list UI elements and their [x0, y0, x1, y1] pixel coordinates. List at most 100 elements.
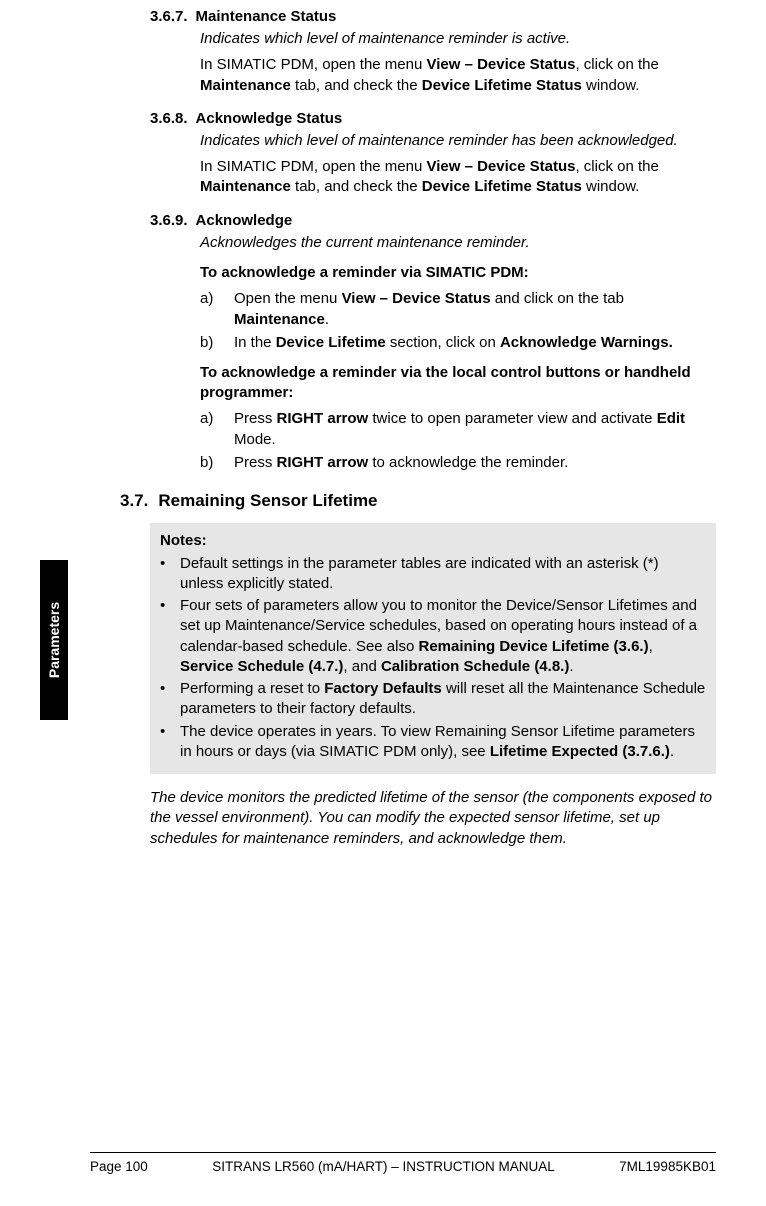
text: window.: [582, 178, 640, 195]
text: section, click on: [386, 334, 500, 351]
text: , click on the: [575, 56, 658, 73]
heading-num: 3.6.7.: [150, 8, 188, 25]
text: twice to open parameter view and activat…: [372, 410, 656, 427]
list-item: b) Press RIGHT arrow to acknowledge the …: [200, 452, 716, 473]
text: Mode.: [234, 431, 276, 448]
bold-text: Maintenance: [200, 178, 291, 195]
bold-text: RIGHT arrow: [277, 410, 373, 427]
bold-text: Lifetime Expected (3.7.6.): [490, 743, 670, 760]
bold-text: View – Device Status: [342, 290, 491, 307]
bold-text: RIGHT arrow: [277, 454, 373, 471]
text: .: [670, 743, 674, 760]
bullet-icon: •: [160, 722, 170, 763]
bold-text: Device Lifetime Status: [422, 77, 582, 94]
notes-list: • Default settings in the parameter tabl…: [160, 554, 706, 763]
list-label: b): [200, 452, 220, 473]
list-label: a): [200, 408, 220, 450]
text: Press: [234, 454, 277, 471]
list-label: a): [200, 288, 220, 330]
list-item: • The device operates in years. To view …: [160, 722, 706, 763]
heading-3-6-9: 3.6.9. Acknowledge: [150, 212, 716, 229]
bold-text: Edit: [657, 410, 685, 427]
text: Open the menu: [234, 290, 342, 307]
footer-docid: 7ML19985KB01: [619, 1159, 716, 1174]
list-text: Press RIGHT arrow to acknowledge the rem…: [234, 452, 568, 473]
section-desc: Acknowledges the current maintenance rem…: [200, 233, 716, 253]
list-item: a) Press RIGHT arrow twice to open param…: [200, 408, 716, 450]
heading-3-7: 3.7. Remaining Sensor Lifetime: [120, 491, 716, 511]
bold-text: Service Schedule (4.7.): [180, 658, 343, 675]
page: Parameters 3.6.7. Maintenance Status Ind…: [0, 0, 766, 1206]
note-text: Default settings in the parameter tables…: [180, 554, 706, 595]
footer-title: SITRANS LR560 (mA/HART) – INSTRUCTION MA…: [212, 1159, 555, 1174]
list-text: Press RIGHT arrow twice to open paramete…: [234, 408, 716, 450]
bullet-icon: •: [160, 596, 170, 677]
text: .: [569, 658, 573, 675]
list-item: • Performing a reset to Factory Defaults…: [160, 679, 706, 720]
note-text: The device operates in years. To view Re…: [180, 722, 706, 763]
heading-num: 3.6.8.: [150, 110, 188, 127]
list-text: Open the menu View – Device Status and c…: [234, 288, 716, 330]
list-item: • Four sets of parameters allow you to m…: [160, 596, 706, 677]
bold-text: View – Device Status: [426, 56, 575, 73]
notes-title: Notes:: [160, 531, 706, 551]
text: to acknowledge the reminder.: [372, 454, 568, 471]
heading-num: 3.7.: [120, 491, 148, 511]
bullet-icon: •: [160, 554, 170, 595]
heading-title: Acknowledge: [196, 212, 293, 229]
bold-text: Device Lifetime Status: [422, 178, 582, 195]
heading-3-6-7: 3.6.7. Maintenance Status: [150, 8, 716, 25]
text: In SIMATIC PDM, open the menu: [200, 56, 426, 73]
note-text: Four sets of parameters allow you to mon…: [180, 596, 706, 677]
heading-title: Maintenance Status: [196, 8, 337, 25]
section-body: In SIMATIC PDM, open the menu View – Dev…: [200, 55, 716, 96]
footer-page: Page 100: [90, 1159, 148, 1174]
heading-num: 3.6.9.: [150, 212, 188, 229]
page-footer: Page 100 SITRANS LR560 (mA/HART) – INSTR…: [90, 1152, 716, 1174]
bold-text: Calibration Schedule (4.8.): [381, 658, 569, 675]
bullet-icon: •: [160, 679, 170, 720]
section-description: The device monitors the predicted lifeti…: [150, 788, 716, 849]
ordered-list: a) Press RIGHT arrow twice to open param…: [200, 408, 716, 473]
bold-text: View – Device Status: [426, 158, 575, 175]
text: In the: [234, 334, 276, 351]
heading-title: Remaining Sensor Lifetime: [158, 491, 377, 511]
ordered-list: a) Open the menu View – Device Status an…: [200, 288, 716, 353]
text: .: [325, 311, 329, 328]
notes-box: Notes: • Default settings in the paramet…: [150, 523, 716, 774]
text: tab, and check the: [291, 77, 422, 94]
text: and click on the tab: [491, 290, 624, 307]
section-body: In SIMATIC PDM, open the menu View – Dev…: [200, 157, 716, 198]
bold-text: Remaining Device Lifetime (3.6.): [419, 638, 649, 655]
note-text: Performing a reset to Factory Defaults w…: [180, 679, 706, 720]
procedure-title: To acknowledge a reminder via the local …: [200, 363, 716, 402]
heading-3-6-8: 3.6.8. Acknowledge Status: [150, 110, 716, 127]
text: window.: [582, 77, 640, 94]
sidebar-tab: Parameters: [40, 560, 68, 720]
list-item: a) Open the menu View – Device Status an…: [200, 288, 716, 330]
bold-text: Factory Defaults: [324, 680, 442, 697]
section-3-6-9: 3.6.9. Acknowledge Acknowledges the curr…: [90, 212, 716, 474]
sidebar-label: Parameters: [46, 602, 62, 678]
list-item: • Default settings in the parameter tabl…: [160, 554, 706, 595]
bold-text: Maintenance: [234, 311, 325, 328]
section-3-6-8: 3.6.8. Acknowledge Status Indicates whic…: [90, 110, 716, 198]
section-desc: Indicates which level of maintenance rem…: [200, 131, 716, 151]
list-label: b): [200, 332, 220, 353]
section-3-6-7: 3.6.7. Maintenance Status Indicates whic…: [90, 8, 716, 96]
text: In SIMATIC PDM, open the menu: [200, 158, 426, 175]
text: , click on the: [575, 158, 658, 175]
text: ,: [649, 638, 653, 655]
list-item: b) In the Device Lifetime section, click…: [200, 332, 716, 353]
bold-text: Device Lifetime: [276, 334, 386, 351]
text: Performing a reset to: [180, 680, 324, 697]
bold-text: Acknowledge Warnings.: [500, 334, 673, 351]
bold-text: Maintenance: [200, 77, 291, 94]
heading-title: Acknowledge Status: [196, 110, 343, 127]
text: Press: [234, 410, 277, 427]
text: tab, and check the: [291, 178, 422, 195]
list-text: In the Device Lifetime section, click on…: [234, 332, 673, 353]
procedure-title: To acknowledge a reminder via SIMATIC PD…: [200, 263, 716, 283]
text: , and: [343, 658, 381, 675]
section-desc: Indicates which level of maintenance rem…: [200, 29, 716, 49]
